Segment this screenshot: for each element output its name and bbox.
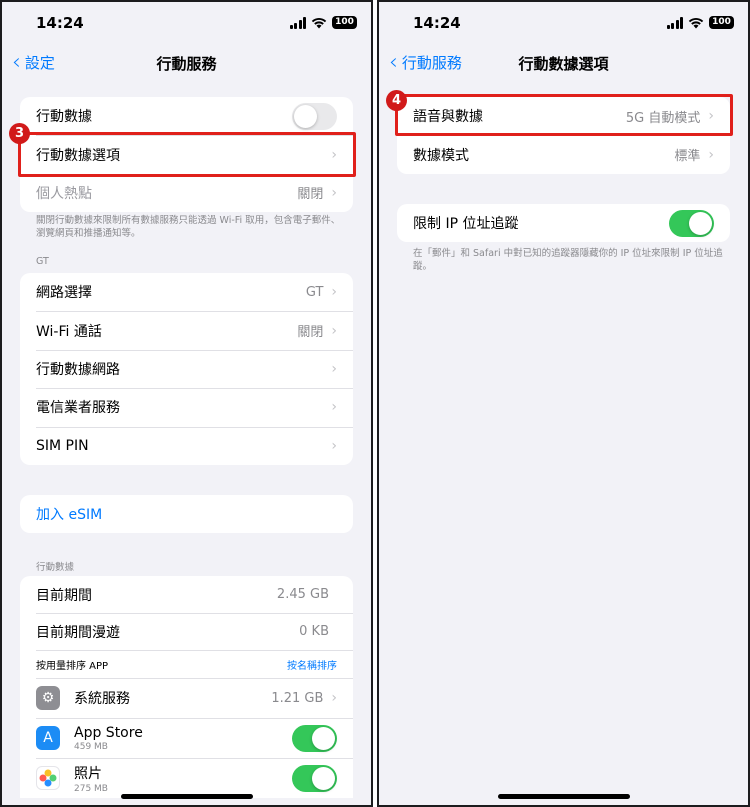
cellular-data-network-row[interactable]: 行動數據網路 › bbox=[20, 349, 353, 388]
app-store-toggle[interactable] bbox=[292, 724, 337, 752]
app-row-photos: 照片 275 MB bbox=[20, 758, 353, 798]
chevron-right-icon: › bbox=[331, 399, 337, 416]
row-value: 0 KB bbox=[299, 624, 329, 639]
row-label: 加入 eSIM bbox=[36, 507, 103, 524]
chevron-right-icon: › bbox=[331, 284, 337, 301]
chevron-right-icon: › bbox=[331, 360, 337, 377]
highlight-box bbox=[395, 94, 733, 136]
wifi-calling-row[interactable]: Wi-Fi 通話 關閉 › bbox=[20, 311, 353, 349]
status-bar: 14:24 100 bbox=[2, 12, 371, 36]
cellular-signal-icon bbox=[666, 16, 683, 29]
personal-hotspot-row[interactable]: 個人熱點 關閉 › bbox=[20, 173, 353, 212]
row-label: 目前期間漫遊 bbox=[36, 624, 120, 641]
app-name: App Store bbox=[74, 724, 143, 741]
gear-icon: ⚙ bbox=[36, 686, 60, 710]
battery-icon: 100 bbox=[709, 16, 734, 29]
carrier-header: GT bbox=[36, 256, 49, 267]
app-usage: 459 MB bbox=[74, 741, 108, 752]
app-store-icon: A bbox=[36, 726, 60, 750]
photos-icon bbox=[36, 766, 60, 790]
row-label: 數據模式 bbox=[413, 147, 469, 164]
row-label: 行動數據 bbox=[36, 109, 92, 126]
status-time: 14:24 bbox=[413, 14, 461, 32]
network-selection-row[interactable]: 網路選擇 GT › bbox=[20, 273, 353, 311]
page-title: 行動服務 bbox=[156, 55, 217, 73]
app-usage: 1.21 GB bbox=[271, 690, 324, 706]
row-value: GT bbox=[305, 284, 324, 300]
sort-row: 按用量排序 APP 按名稱排序 bbox=[20, 650, 353, 678]
chevron-right-icon: › bbox=[331, 437, 337, 454]
current-period-roaming-row: 目前期間漫遊 0 KB bbox=[20, 613, 353, 650]
sim-pin-row[interactable]: SIM PIN › bbox=[20, 426, 353, 465]
app-usage: 275 MB bbox=[74, 783, 108, 794]
carrier-settings-group: 網路選擇 GT › Wi-Fi 通話 關閉 › 行動數據網路 › 電信業者服務 … bbox=[20, 273, 353, 465]
step-badge: 4 bbox=[386, 90, 407, 111]
carrier-services-row[interactable]: 電信業者服務 › bbox=[20, 388, 353, 426]
row-label: 限制 IP 位址追蹤 bbox=[413, 216, 519, 232]
sort-label: 按用量排序 APP bbox=[36, 660, 109, 672]
row-label: 電信業者服務 bbox=[36, 400, 120, 417]
wifi-icon bbox=[311, 17, 327, 28]
photos-toggle[interactable] bbox=[292, 764, 337, 792]
chevron-right-icon: › bbox=[331, 322, 337, 339]
row-value: 關閉 bbox=[297, 325, 324, 341]
step-badge: 3 bbox=[9, 123, 30, 144]
status-time: 14:24 bbox=[36, 14, 84, 32]
app-row-app-store: A App Store 459 MB bbox=[20, 718, 353, 758]
add-esim-button[interactable]: 加入 eSIM bbox=[20, 495, 353, 533]
row-label: Wi-Fi 通話 bbox=[36, 323, 102, 340]
esim-group: 加入 eSIM bbox=[20, 495, 353, 534]
status-bar: 14:24 100 bbox=[379, 12, 748, 36]
page-title: 行動數據選項 bbox=[518, 55, 609, 73]
battery-icon: 100 bbox=[332, 16, 357, 29]
ip-tracking-group: 限制 IP 位址追蹤 bbox=[397, 204, 730, 242]
chevron-right-icon: › bbox=[331, 690, 337, 706]
chevron-right-icon: › bbox=[708, 146, 714, 163]
app-name: 系統服務 bbox=[74, 691, 130, 707]
row-value: 關閉 bbox=[297, 187, 324, 203]
wifi-icon bbox=[688, 17, 704, 28]
limit-ip-tracking-row: 限制 IP 位址追蹤 bbox=[397, 204, 730, 242]
usage-group: 目前期間 2.45 GB 目前期間漫遊 0 KB 按用量排序 APP 按名稱排序… bbox=[20, 576, 353, 798]
sort-by-name-link[interactable]: 按名稱排序 bbox=[287, 657, 337, 672]
ip-tracking-footnote: 在「郵件」和 Safari 中對已知的追蹤器隱藏你的 IP 位址來限制 IP 位… bbox=[413, 248, 723, 272]
data-mode-row[interactable]: 數據模式 標準 › bbox=[397, 135, 730, 173]
app-row-system-services[interactable]: ⚙ 系統服務 1.21 GB › bbox=[20, 678, 353, 718]
home-indicator[interactable] bbox=[120, 794, 253, 799]
cellular-footnote: 關閉行動數據來限制所有數據服務只能透過 Wi-Fi 取用，包含電子郵件、瀏覽網頁… bbox=[36, 215, 341, 239]
highlight-box bbox=[18, 132, 356, 177]
left-phone-screen: 14:24 100 ‹ 設定 行動服務 行動數據 行動數據選項 › 個人熱點 關… bbox=[0, 0, 373, 807]
cellular-data-header: 行動數據 bbox=[36, 562, 75, 573]
cellular-data-toggle[interactable] bbox=[292, 102, 337, 130]
row-label: SIM PIN bbox=[36, 437, 89, 454]
row-label: 目前期間 bbox=[36, 587, 92, 604]
row-label: 網路選擇 bbox=[36, 285, 92, 302]
row-label: 行動數據網路 bbox=[36, 361, 120, 378]
right-phone-screen: 14:24 100 ‹ 行動服務 行動數據選項 語音與數據 5G 自動模式 › … bbox=[377, 0, 750, 807]
row-label: 個人熱點 bbox=[36, 185, 92, 202]
row-value: 標準 bbox=[674, 149, 701, 165]
chevron-right-icon: › bbox=[331, 184, 337, 201]
cellular-signal-icon bbox=[289, 16, 306, 29]
row-value: 2.45 GB bbox=[276, 587, 329, 602]
limit-ip-tracking-toggle[interactable] bbox=[669, 209, 714, 237]
home-indicator[interactable] bbox=[497, 794, 630, 799]
cellular-data-row: 行動數據 bbox=[20, 97, 353, 135]
current-period-row: 目前期間 2.45 GB bbox=[20, 576, 353, 613]
app-name: 照片 bbox=[74, 765, 102, 782]
